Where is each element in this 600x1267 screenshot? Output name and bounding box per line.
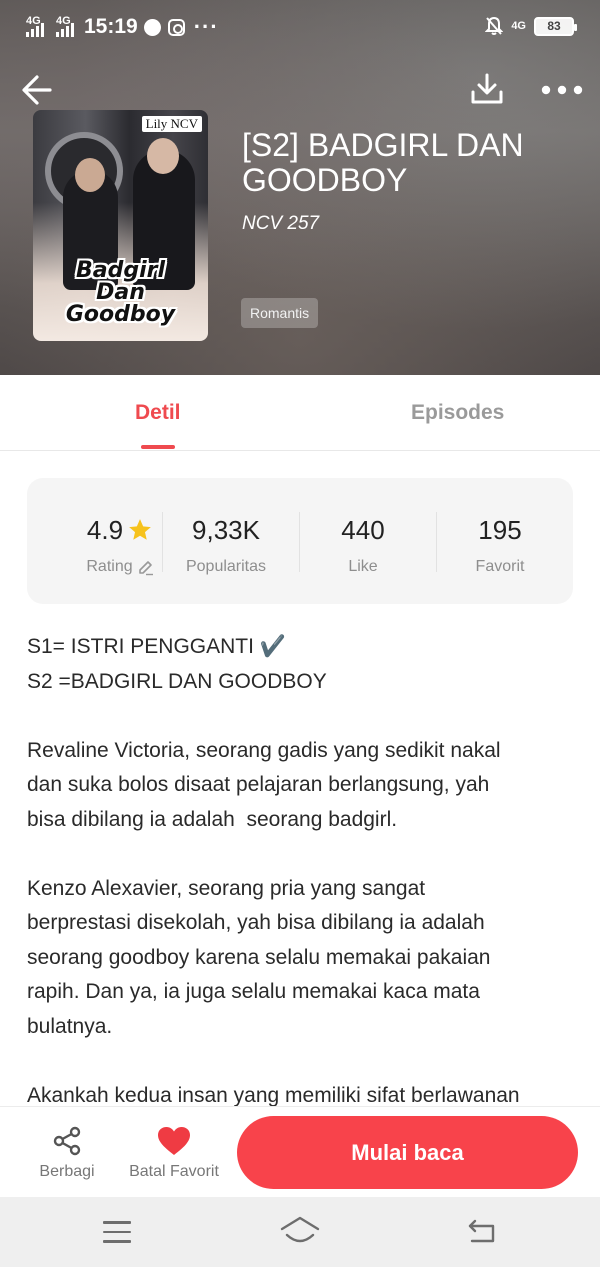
tab-detil[interactable]: Detil — [135, 401, 181, 425]
book-author[interactable]: NCV 257 — [242, 213, 319, 235]
pencil-icon — [138, 560, 153, 575]
recent-apps-icon[interactable] — [103, 1221, 131, 1243]
rating-value: 4.9 — [86, 514, 124, 545]
cover-author-tag: Lily NCV — [141, 116, 202, 132]
tab-episodes[interactable]: Episodes — [411, 401, 504, 425]
book-description: S1= ISTRI PENGGANTI ✔️ S2 =BADGIRL DAN G… — [27, 630, 587, 1113]
description-paragraph: S1= ISTRI PENGGANTI ✔️ S2 =BADGIRL DAN G… — [27, 635, 327, 693]
unfavorite-button[interactable]: Batal Favorit — [124, 1125, 224, 1181]
popularity-label: Popularitas — [185, 558, 267, 575]
description-paragraph: Revaline Victoria, seorang gadis yang se… — [27, 738, 501, 831]
star-icon — [129, 519, 151, 540]
book-cover: Lily NCV Badgirl Dan Goodboy — [33, 110, 208, 341]
signal-icon: 4G — [26, 15, 44, 37]
favorite-value: 195 — [478, 514, 522, 545]
check-mark-icon: ✔️ — [259, 635, 286, 658]
network-type: 4G — [511, 20, 526, 32]
start-reading-button[interactable]: Mulai baca — [237, 1116, 578, 1189]
share-label: Berbagi — [39, 1163, 95, 1180]
share-button[interactable]: Berbagi — [37, 1125, 97, 1181]
like-label: Like — [348, 558, 378, 575]
heart-icon — [158, 1127, 190, 1155]
book-header: 4G 4G 15:19 ··· 4G 83 Lily NCV Badgirl D… — [0, 0, 600, 375]
more-notifications-icon: ··· — [193, 14, 219, 39]
instagram-icon — [168, 18, 186, 36]
more-options-icon[interactable] — [540, 80, 584, 100]
stat-like: 440 Like — [295, 514, 431, 576]
system-nav-bar — [0, 1197, 600, 1267]
book-title: [S2] BADGIRL DAN GOODBOY — [242, 127, 524, 198]
cover-title: Badgirl Dan Goodboy — [65, 258, 176, 327]
stats-panel: 4.9 Rating 9,33K Popularitas 440 Like 19… — [27, 478, 573, 604]
share-icon — [53, 1126, 81, 1156]
favorite-label: Favorit — [475, 558, 525, 575]
download-icon[interactable] — [470, 72, 504, 106]
mute-bell-icon — [485, 16, 504, 35]
rating-label: Rating — [86, 558, 133, 575]
battery-icon: 83 — [534, 16, 577, 36]
back-arrow-icon[interactable] — [20, 72, 56, 108]
unfavorite-label: Batal Favorit — [129, 1163, 219, 1180]
genre-tag[interactable]: Romantis — [241, 298, 319, 328]
active-tab-indicator — [141, 445, 175, 449]
stat-favorite: 195 Favorit — [432, 514, 568, 576]
clock: 15:19 — [84, 15, 138, 38]
signal-icon: 4G — [56, 15, 74, 37]
tab-bar: Detil Episodes — [0, 375, 600, 451]
status-bar: 4G 4G 15:19 ··· 4G 83 — [0, 0, 600, 54]
system-back-icon[interactable] — [466, 1217, 498, 1245]
popularity-value: 9,33K — [192, 514, 260, 545]
like-value: 440 — [341, 514, 385, 545]
bottom-action-bar: Berbagi Batal Favorit Mulai baca — [0, 1106, 600, 1197]
home-icon[interactable] — [280, 1215, 320, 1247]
stat-popularity: 9,33K Popularitas — [158, 514, 294, 576]
description-paragraph: Kenzo Alexavier, seorang pria yang sanga… — [27, 876, 491, 1038]
compass-icon — [144, 18, 162, 36]
